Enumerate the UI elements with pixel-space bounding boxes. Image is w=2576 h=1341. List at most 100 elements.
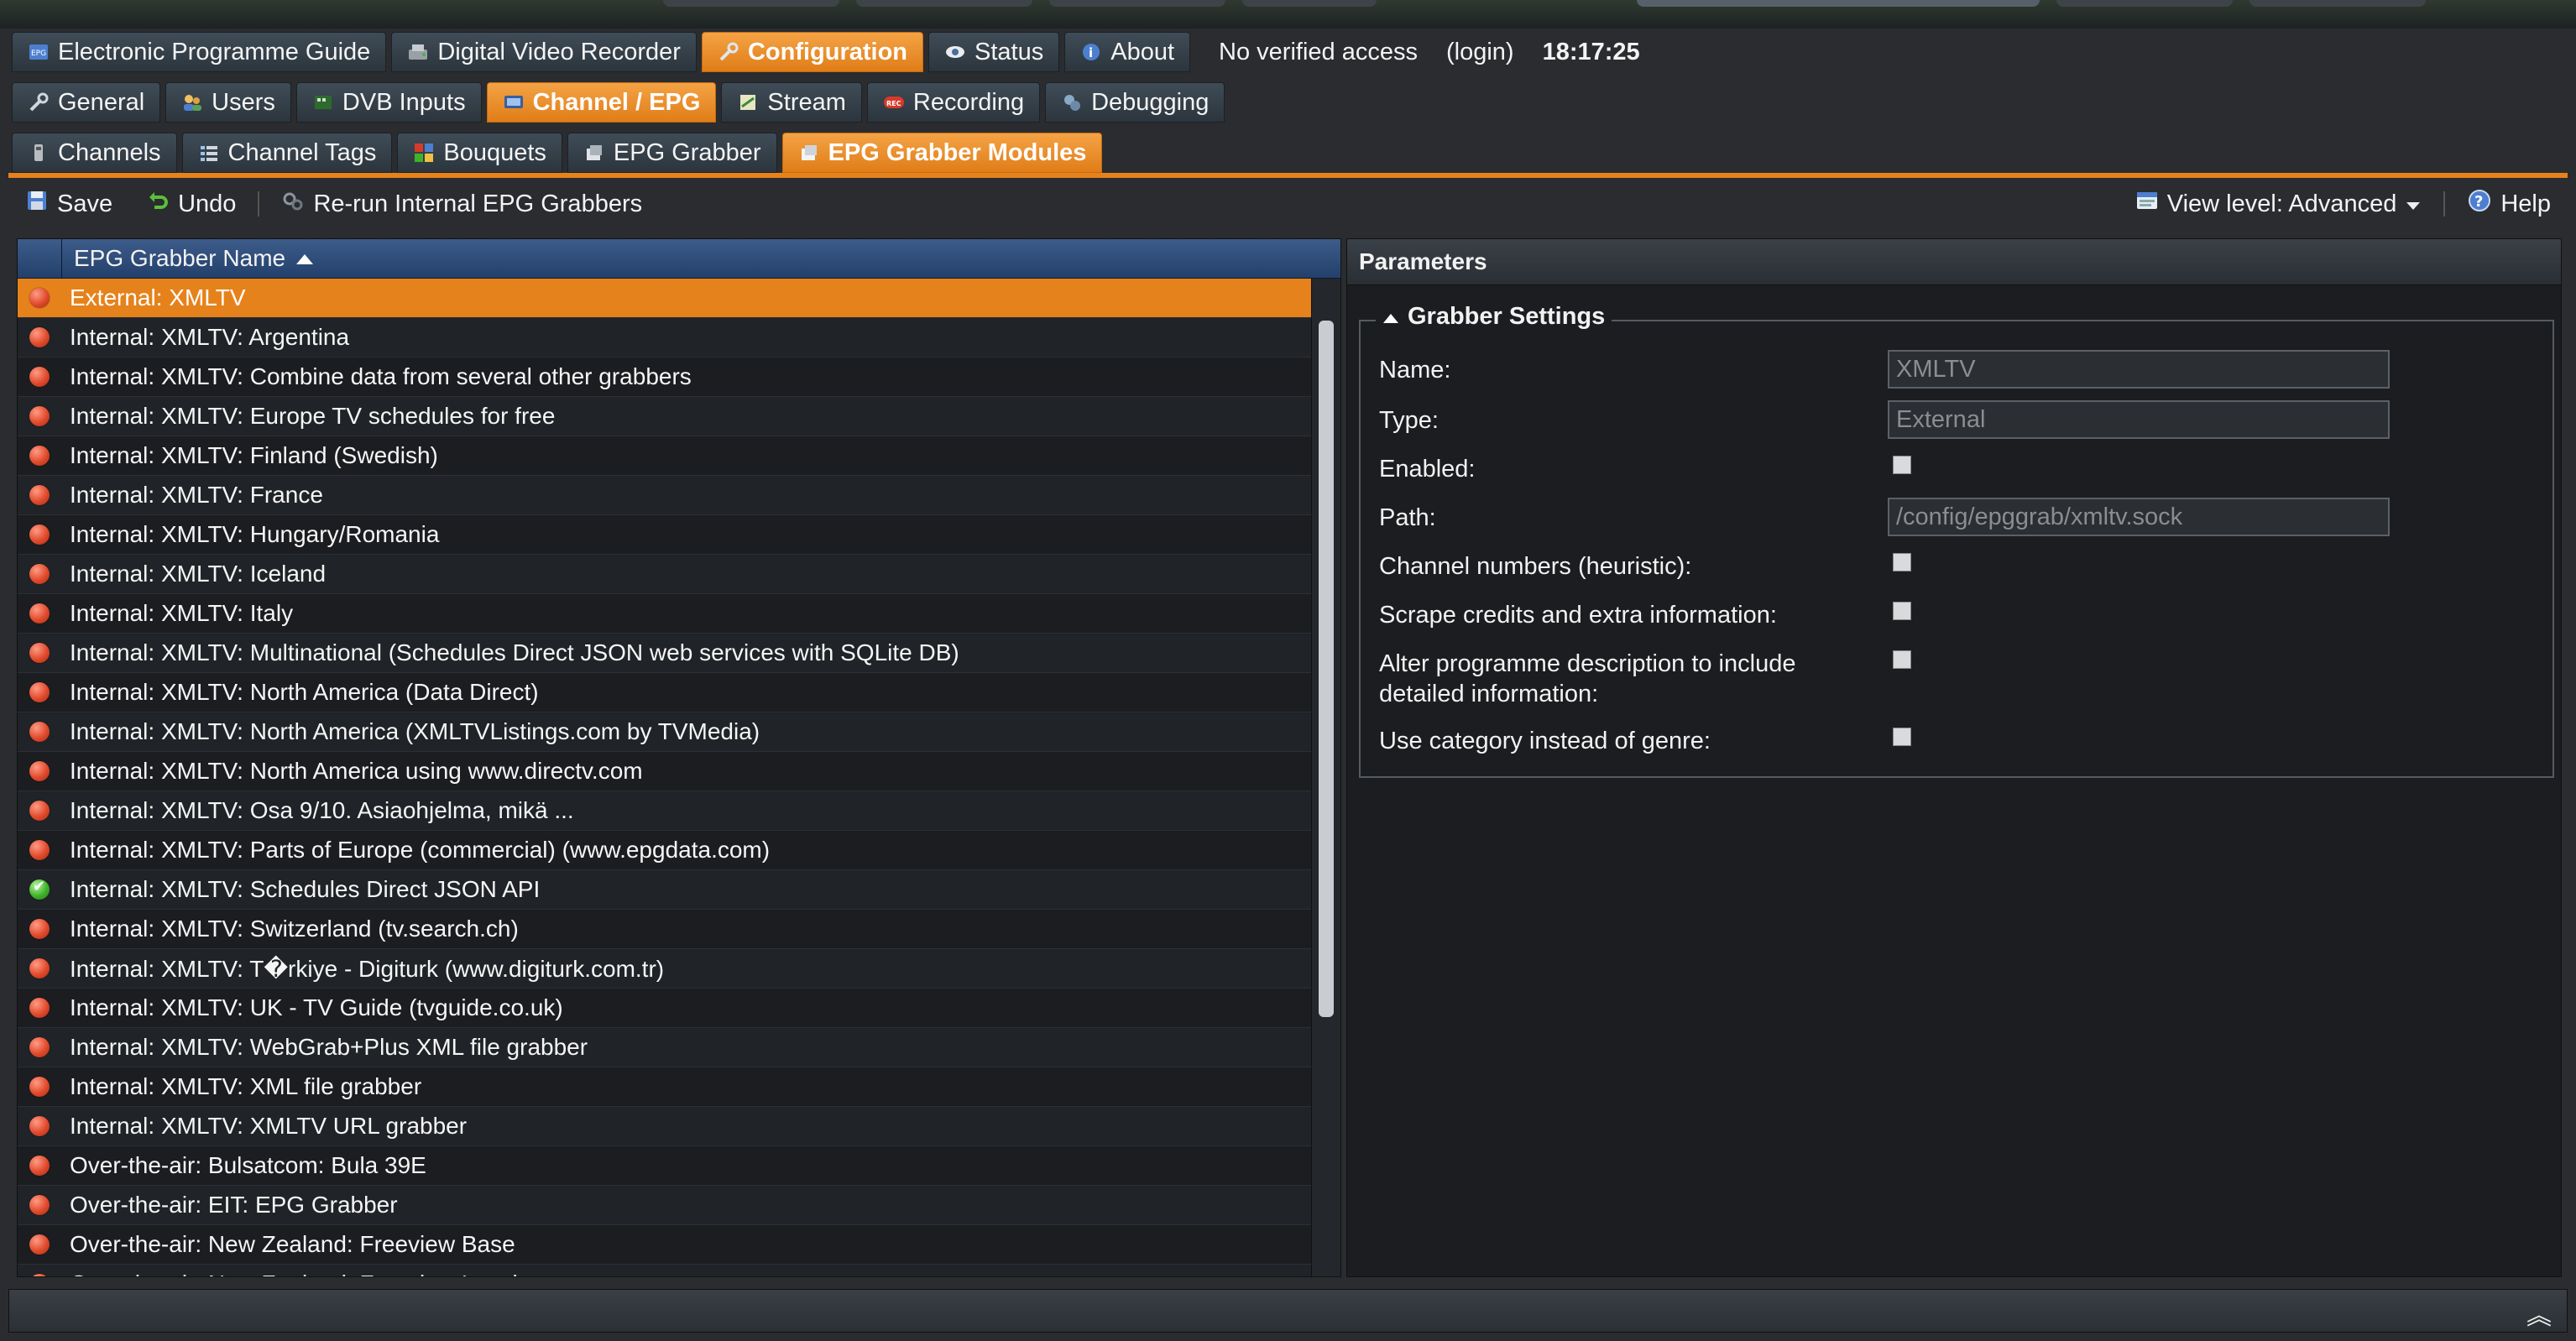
row-status-cell [18,524,61,545]
scrollbar-thumb[interactable] [1319,321,1334,1017]
tab-channel-epg[interactable]: Channel / EPG [486,82,717,123]
grid-row[interactable]: Internal: XMLTV: Multinational (Schedule… [18,634,1312,673]
tab-status[interactable]: Status [928,32,1060,72]
eye-icon [944,41,966,63]
grid-row[interactable]: Internal: XMLTV: North America (XMLTVLis… [18,712,1312,752]
type-label: Type: [1379,407,1439,434]
tab-label: Bouquets [443,138,546,166]
grid-scrollbar[interactable] [1311,279,1340,1276]
grid-row[interactable]: Over-the-air: New Zealand: Freeview Base [18,1225,1312,1265]
tab-bouquets[interactable]: Bouquets [397,133,562,173]
expand-up-icon[interactable]: ︽ [2526,1295,2552,1332]
row-status-cell [18,603,61,624]
row-status-cell [18,485,61,505]
grabber-name: Internal: XMLTV: Multinational (Schedule… [70,639,959,665]
row-status-cell [18,643,61,663]
grid-row[interactable]: Over-the-air: New Zealand: Freeview Loca… [18,1265,1312,1276]
tab-epg-grabber-modules[interactable]: EPG Grabber Modules [781,133,1103,173]
grid-row[interactable]: Internal: XMLTV: Argentina [18,318,1312,357]
config-tab-bar: General Users DVB Inputs Channel / EPG S… [12,81,1225,124]
tab-recording[interactable]: REC Recording [866,82,1041,123]
rerun-grabbers-button[interactable]: Re-run Internal EPG Grabbers [264,185,659,222]
grabber-name: Internal: XMLTV: Hungary/Romania [70,521,440,547]
grid-row[interactable]: Internal: XMLTV: Italy [18,594,1312,634]
row-status-cell [18,446,61,466]
grid-row[interactable]: Internal: XMLTV: WebGrab+Plus XML file g… [18,1028,1312,1067]
enabled-checkbox[interactable] [1893,456,1911,474]
disabled-status-icon [29,485,50,505]
tab-channel-tags[interactable]: Channel Tags [181,133,393,173]
save-button[interactable]: Save [8,185,129,222]
tab-electronic-programme-guide[interactable]: EPG Electronic Programme Guide [12,32,387,72]
info-icon: i [1080,41,1102,63]
name-field[interactable] [1888,350,2390,389]
tab-channels[interactable]: Channels [12,133,177,173]
grabber-settings-title: Grabber Settings [1408,303,1606,330]
login-link[interactable]: (login) [1446,39,1514,66]
grid-row[interactable]: Internal: XMLTV: France [18,476,1312,515]
tab-stream[interactable]: Stream [721,82,862,123]
tab-about[interactable]: i About [1064,32,1191,72]
grid-row[interactable]: Internal: XMLTV: Finland (Swedish) [18,436,1312,476]
grid-row[interactable]: Internal: XMLTV: UK - TV Guide (tvguide.… [18,989,1312,1028]
row-status-cell [18,998,61,1018]
disabled-status-icon [29,564,50,584]
tab-configuration[interactable]: Configuration [701,32,924,72]
grid-row[interactable]: Internal: XMLTV: Hungary/Romania [18,515,1312,555]
path-field[interactable] [1888,498,2390,536]
grabber-name: Internal: XMLTV: North America using www… [70,758,643,784]
grabber-settings-toggle[interactable]: Grabber Settings [1376,303,1612,331]
disabled-status-icon [29,1037,50,1057]
wrench-icon [718,41,739,63]
use-category-checkbox[interactable] [1893,728,1911,746]
grid-row[interactable]: Internal: XMLTV: Parts of Europe (commer… [18,831,1312,870]
grid-row[interactable]: Internal: XMLTV: North America using www… [18,752,1312,791]
svg-text:REC: REC [886,100,901,107]
toolbar-separator [2443,191,2446,217]
help-button[interactable]: ? Help [2450,185,2568,222]
tab-epg-grabber[interactable]: EPG Grabber [567,133,777,173]
grid-row[interactable]: Internal: XMLTV: North America (Data Dir… [18,673,1312,712]
save-icon [25,189,49,219]
grid-row[interactable]: Over-the-air: Bulsatcom: Bula 39E [18,1146,1312,1186]
view-level-dropdown[interactable]: View level: Advanced [2119,185,2439,222]
tab-users[interactable]: Users [165,82,291,123]
grid-row[interactable]: External: XMLTV [18,279,1312,318]
grid-row[interactable]: Internal: XMLTV: Schedules Direct JSON A… [18,870,1312,910]
svg-text:EPG: EPG [31,50,46,58]
tab-label: Channels [58,138,161,166]
session-info: No verified access (login) 18:17:25 [1219,39,1640,66]
undo-button[interactable]: Undo [129,185,253,222]
tab-digital-video-recorder[interactable]: Digital Video Recorder [391,32,697,72]
channel-numbers-checkbox[interactable] [1893,553,1911,571]
disabled-status-icon [29,919,50,939]
grid-row[interactable]: Internal: XMLTV: Combine data from sever… [18,357,1312,397]
grabber-name: Internal: XMLTV: XML file grabber [70,1073,422,1099]
disabled-status-icon [29,406,50,426]
grid-row[interactable]: Internal: XMLTV: T�rkiye - Digiturk (www… [18,949,1312,989]
tab-dvb-inputs[interactable]: DVB Inputs [295,82,482,123]
grid-row[interactable]: Internal: XMLTV: Switzerland (tv.search.… [18,910,1312,949]
type-field[interactable] [1888,400,2390,439]
tab-debugging[interactable]: Debugging [1045,82,1225,123]
grid-row[interactable]: Internal: XMLTV: XMLTV URL grabber [18,1107,1312,1146]
grid-row[interactable]: Internal: XMLTV: Europe TV schedules for… [18,397,1312,436]
alter-description-checkbox[interactable] [1893,650,1911,669]
grid-row[interactable]: Internal: XMLTV: Iceland [18,555,1312,594]
disabled-status-icon [29,367,50,387]
grid-body: External: XMLTV Internal: XMLTV: Argentin… [18,279,1312,1276]
column-header-epg-grabber-name[interactable]: EPG Grabber Name [62,239,314,278]
grid-row[interactable]: Internal: XMLTV: XML file grabber [18,1067,1312,1107]
grabber-name: Over-the-air: New Zealand: Freeview Loca… [61,1271,518,1276]
parameters-title: Parameters [1347,239,2561,285]
dvr-icon [407,41,429,63]
tab-general[interactable]: General [12,82,161,123]
scrape-credits-checkbox[interactable] [1893,602,1911,620]
row-status-cell [18,406,61,426]
tv-icon [503,91,525,113]
grid-header: EPG Grabber Name [18,239,1340,279]
disabled-status-icon [29,998,50,1018]
grid-row[interactable]: Over-the-air: EIT: EPG Grabber [18,1186,1312,1225]
row-status-cell [18,878,61,900]
grid-row[interactable]: Internal: XMLTV: Osa 9/10. Asiaohjelma, … [18,791,1312,831]
